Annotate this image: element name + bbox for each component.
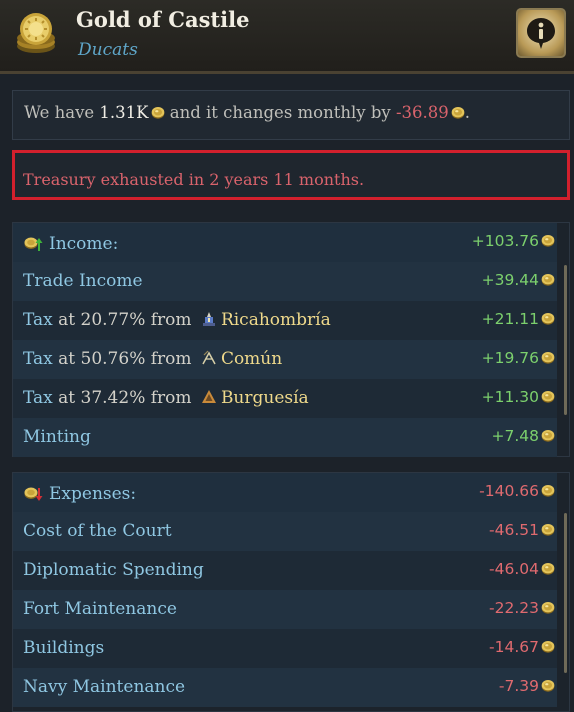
estate-name: Común <box>220 349 283 369</box>
income-row-value: +11.30 <box>482 388 555 406</box>
expense-row-value: -22.23 <box>489 599 555 617</box>
expense-row-court[interactable]: Cost of the Court -46.51 <box>13 512 557 551</box>
income-row-trade[interactable]: Trade Income +39.44 <box>13 262 557 301</box>
ducat-icon <box>541 523 555 536</box>
expense-row-label: Navy Maintenance <box>23 677 186 697</box>
estate-name: Burguesía <box>220 388 309 408</box>
tax-rate-text: at 37.42% from <box>52 388 197 408</box>
expense-row-label: Diplomatic Spending <box>23 560 204 580</box>
ducat-icon <box>541 562 555 575</box>
income-row-value: +19.76 <box>482 349 555 367</box>
window-subtitle: Ducats <box>78 40 138 60</box>
income-total-value: +103.76 <box>471 232 539 250</box>
income-row-tax-peasants[interactable]: Tax at 50.76% from Común +19.76 <box>13 340 557 379</box>
ducat-icon <box>541 390 555 403</box>
income-row-value-text: +21.11 <box>481 310 539 328</box>
income-row-minting[interactable]: Minting +7.48 <box>13 418 557 457</box>
income-total: +103.76 <box>472 232 555 250</box>
income-row-tax-burghers[interactable]: Tax at 37.42% from Burguesía +11.30 <box>13 379 557 418</box>
expense-row-label: Cost of the Court <box>23 521 172 541</box>
expense-row-value: -46.04 <box>489 560 555 578</box>
ducat-icon <box>541 640 555 653</box>
expenses-section: Expenses: -140.66 Cost of the Court -46.… <box>12 472 570 712</box>
expense-row-diplomatic[interactable]: Diplomatic Spending -46.04 <box>13 551 557 590</box>
expense-row-navy[interactable]: Navy Maintenance -7.39 <box>13 668 557 707</box>
ducat-icon <box>541 351 555 364</box>
monthly-change: -36.89 <box>395 103 449 122</box>
income-row-tax-clergy[interactable]: Tax at 20.77% from Ricahombría +21.11 <box>13 301 557 340</box>
expense-row-label: Buildings <box>23 638 105 658</box>
expense-row-value-text: -46.04 <box>489 560 539 578</box>
income-row-value-text: +19.76 <box>481 349 539 367</box>
ducat-icon <box>541 312 555 325</box>
expenses-header-row[interactable]: Expenses: -140.66 <box>13 473 557 512</box>
expense-row-fort[interactable]: Fort Maintenance -22.23 <box>13 590 557 629</box>
burghers-estate-icon <box>201 390 216 403</box>
info-button[interactable] <box>516 8 566 58</box>
income-section: Income: +103.76 Trade Income +39.44 Tax … <box>12 222 570 457</box>
expense-row-value: -46.51 <box>489 521 555 539</box>
clergy-estate-icon <box>202 312 215 326</box>
income-row-value-text: +11.30 <box>481 388 539 406</box>
income-header-label: Income: <box>49 234 119 254</box>
expenses-total-value: -140.66 <box>479 482 539 500</box>
treasury-amount: 1.31K <box>99 103 149 122</box>
tax-rate-text: at 20.77% from <box>52 310 197 330</box>
income-row-label: Trade Income <box>23 271 143 291</box>
income-row-label: Tax <box>23 310 53 330</box>
info-icon <box>527 18 555 49</box>
ducat-icon <box>541 273 555 286</box>
expense-row-value: -7.39 <box>499 677 555 695</box>
expense-row-value-text: -22.23 <box>489 599 539 617</box>
expense-row-buildings[interactable]: Buildings -14.67 <box>13 629 557 668</box>
income-row-label: Minting <box>23 427 91 447</box>
income-row-value-text: +39.44 <box>481 271 539 289</box>
ducat-icon <box>541 429 555 442</box>
peasants-estate-icon <box>202 350 216 365</box>
treasury-warning-text: Treasury exhausted in 2 years 11 months. <box>23 170 365 189</box>
ducat-icon <box>151 106 165 119</box>
summary-middle: and it changes monthly by <box>164 103 396 122</box>
income-header-row[interactable]: Income: +103.76 <box>13 223 557 262</box>
expenses-icon <box>24 487 43 501</box>
tax-rate-text: at 50.76% from <box>52 349 197 369</box>
treasury-warning: Treasury exhausted in 2 years 11 months. <box>12 150 570 200</box>
window-title: Gold of Castile <box>76 7 250 32</box>
expenses-header-label: Expenses: <box>49 484 137 504</box>
income-row-label: Tax <box>23 388 53 408</box>
expense-row-value-text: -7.39 <box>498 677 539 695</box>
income-row-value-text: +7.48 <box>491 427 540 445</box>
summary-prefix: We have <box>24 103 100 122</box>
ducat-icon <box>451 106 465 119</box>
ducat-icon <box>541 601 555 614</box>
treasury-summary-text: We have 1.31K and it changes monthly by … <box>24 103 470 122</box>
treasury-summary: We have 1.31K and it changes monthly by … <box>12 90 570 140</box>
expense-row-label: Fort Maintenance <box>23 599 177 619</box>
ducat-icon <box>541 484 555 497</box>
summary-suffix: . <box>464 103 471 122</box>
income-row-value: +21.11 <box>482 310 555 328</box>
estate-name: Ricahombría <box>220 310 331 330</box>
income-row-label: Tax <box>23 349 53 369</box>
window-header: Gold of Castile Ducats <box>0 0 574 74</box>
ducat-icon <box>541 234 555 247</box>
income-row-value: +39.44 <box>482 271 555 289</box>
expense-row-value: -14.67 <box>489 638 555 656</box>
expenses-total: -140.66 <box>479 482 555 500</box>
income-scrollbar[interactable] <box>564 265 567 415</box>
expense-row-value-text: -46.51 <box>489 521 539 539</box>
expense-row-value-text: -14.67 <box>489 638 539 656</box>
ducat-icon <box>541 679 555 692</box>
income-icon <box>24 237 43 251</box>
income-row-value: +7.48 <box>492 427 556 445</box>
expenses-scrollbar[interactable] <box>564 513 567 673</box>
gold-coin-stack-icon <box>17 13 55 53</box>
